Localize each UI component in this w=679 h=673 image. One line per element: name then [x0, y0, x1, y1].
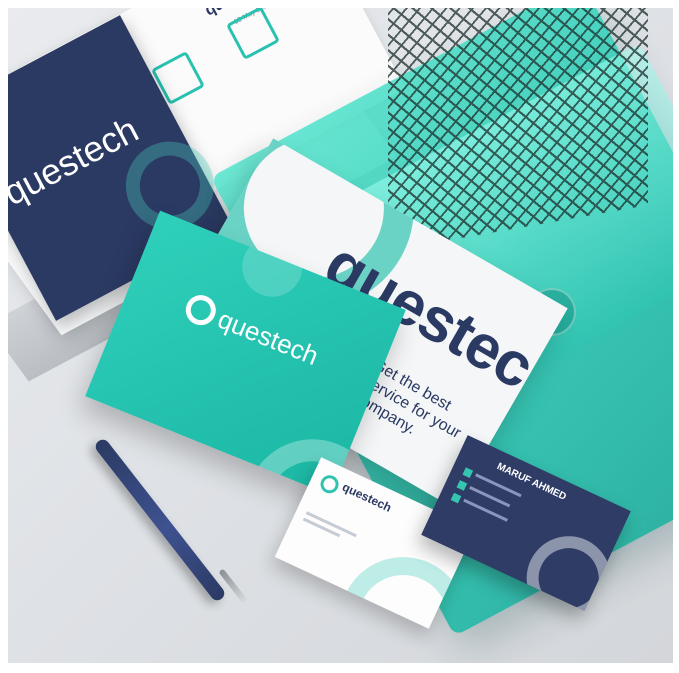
navy-folder-brand: questech [8, 108, 145, 214]
pen [92, 436, 228, 604]
ring-graphic [512, 522, 625, 611]
questech-logo-icon [317, 472, 342, 497]
location-icon [450, 492, 462, 504]
pen-tip [218, 568, 248, 604]
teal-card-brand: questech [213, 303, 323, 372]
questech-logo-icon [181, 290, 221, 330]
stationery-mockup-scene: questech 18 May 2021 questech questech G… [8, 8, 673, 663]
phone-icon [462, 467, 474, 479]
mail-icon [456, 480, 468, 491]
